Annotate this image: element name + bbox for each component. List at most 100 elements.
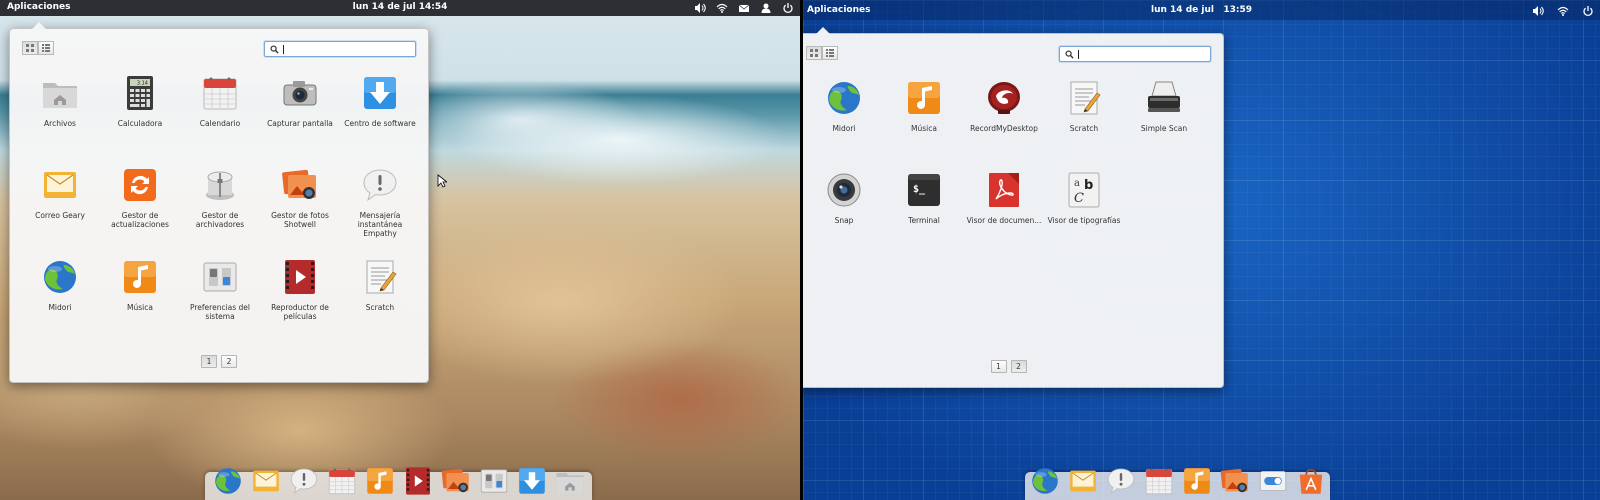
desktop-right: Aplicaciones lun 14 de jul 13:59 Midori M… bbox=[803, 0, 1600, 500]
search-field[interactable] bbox=[264, 41, 416, 57]
app-label: Centro de software bbox=[344, 119, 416, 128]
mail-indicator-icon[interactable] bbox=[737, 1, 750, 14]
photos-icon bbox=[280, 165, 320, 205]
app-launcher-item[interactable]: Música bbox=[100, 253, 180, 345]
grid-view-button[interactable] bbox=[22, 41, 38, 55]
app-label: Terminal bbox=[908, 216, 940, 225]
text-caret bbox=[283, 45, 284, 54]
app-label: Midori bbox=[832, 124, 856, 133]
search-field[interactable] bbox=[1059, 46, 1211, 62]
page-button-2[interactable]: 2 bbox=[1010, 360, 1027, 373]
app-launcher-item[interactable]: Simple Scan bbox=[1124, 74, 1204, 166]
dock bbox=[205, 467, 592, 500]
app-launcher-item[interactable]: a b C Visor de tipografías bbox=[1044, 166, 1124, 258]
dock-music-icon[interactable] bbox=[1181, 465, 1213, 497]
application-launcher: Archivos 3.14 Calculadora Calendario Captura… bbox=[9, 22, 429, 383]
system-tray bbox=[1531, 4, 1594, 17]
app-label: Visor de tipografías bbox=[1047, 216, 1121, 225]
grid-view-button[interactable] bbox=[806, 46, 822, 60]
app-launcher-item[interactable]: Midori bbox=[20, 253, 100, 345]
app-launcher-item[interactable]: Gestor de archivadores bbox=[180, 161, 260, 253]
webcam-icon bbox=[824, 170, 864, 210]
app-label: Capturar pantalla bbox=[267, 119, 333, 128]
user-icon[interactable] bbox=[759, 1, 772, 14]
search-input[interactable] bbox=[281, 43, 411, 55]
pdf-icon bbox=[984, 170, 1024, 210]
text-editor-icon bbox=[1064, 78, 1104, 118]
terminal-icon: $_ bbox=[904, 170, 944, 210]
software-center-icon bbox=[360, 73, 400, 113]
power-icon[interactable] bbox=[1581, 4, 1594, 17]
wifi-icon[interactable] bbox=[1556, 4, 1569, 17]
app-label: Simple Scan bbox=[1140, 124, 1188, 133]
app-label: Calendario bbox=[199, 119, 241, 128]
app-label: Música bbox=[127, 303, 153, 312]
dock-store-icon[interactable] bbox=[1295, 465, 1327, 497]
clock[interactable]: lun 14 de jul 13:59 bbox=[803, 5, 1600, 15]
search-input[interactable] bbox=[1076, 48, 1206, 60]
dock-chat-icon[interactable] bbox=[288, 465, 320, 497]
top-panel: Aplicaciones lun 14 de jul 14:54 bbox=[0, 0, 800, 16]
app-label: Música bbox=[911, 124, 937, 133]
dock-photos-icon[interactable] bbox=[440, 465, 472, 497]
app-launcher-item[interactable]: Música bbox=[884, 74, 964, 166]
app-launcher-item[interactable]: Centro de software bbox=[340, 69, 420, 161]
clock[interactable]: lun 14 de jul 14:54 bbox=[0, 2, 800, 12]
dock-midori-icon[interactable] bbox=[212, 465, 244, 497]
app-launcher-item[interactable]: Gestor de fotos Shotwell bbox=[260, 161, 340, 253]
dock-items bbox=[1025, 465, 1330, 497]
app-label: Mensajería instantánea Empathy bbox=[357, 211, 403, 238]
app-grid: Midori Música RecordMyDesktop Scratch Simple… bbox=[804, 74, 1204, 258]
view-mode-toggle bbox=[22, 41, 54, 55]
app-launcher-item[interactable]: Mensajería instantánea Empathy bbox=[340, 161, 420, 253]
archive-icon bbox=[200, 165, 240, 205]
app-launcher-item[interactable]: Archivos bbox=[20, 69, 100, 161]
dock-switch-icon[interactable] bbox=[1257, 465, 1289, 497]
dock-mail-icon[interactable] bbox=[250, 465, 282, 497]
dock-midori-icon[interactable] bbox=[1029, 465, 1061, 497]
app-label: Archivos bbox=[44, 119, 76, 128]
app-launcher-item[interactable]: Correo Geary bbox=[20, 161, 100, 253]
app-launcher-item[interactable]: Calendario bbox=[180, 69, 260, 161]
dock-calendar-icon[interactable] bbox=[1143, 465, 1175, 497]
app-label: Calculadora bbox=[117, 119, 163, 128]
volume-icon[interactable] bbox=[693, 1, 706, 14]
app-launcher-item[interactable]: Visor de documen... bbox=[964, 166, 1044, 258]
app-label: Gestor de archivadores bbox=[195, 211, 245, 229]
app-launcher-item[interactable]: Snap bbox=[804, 166, 884, 258]
app-launcher-item[interactable]: Midori bbox=[804, 74, 884, 166]
app-launcher-item[interactable]: Reproductor de películas bbox=[260, 253, 340, 345]
category-view-button[interactable] bbox=[38, 41, 54, 55]
svg-text:3.14: 3.14 bbox=[137, 81, 148, 87]
app-label: Reproductor de películas bbox=[271, 303, 329, 321]
app-label: Visor de documen... bbox=[966, 216, 1042, 225]
dock-video-icon[interactable] bbox=[402, 465, 434, 497]
power-icon[interactable] bbox=[781, 1, 794, 14]
app-launcher-item[interactable]: 3.14 Calculadora bbox=[100, 69, 180, 161]
text-editor-icon bbox=[360, 257, 400, 297]
app-launcher-item[interactable]: Gestor de actualizaciones bbox=[100, 161, 180, 253]
app-launcher-item[interactable]: Scratch bbox=[340, 253, 420, 345]
app-launcher-item[interactable]: RecordMyDesktop bbox=[964, 74, 1044, 166]
dock-music-icon[interactable] bbox=[364, 465, 396, 497]
dock-software-center-icon[interactable] bbox=[516, 465, 548, 497]
page-button-1[interactable]: 1 bbox=[201, 355, 217, 368]
desktop-left: Aplicaciones lun 14 de jul 14:54 Archivo… bbox=[0, 0, 800, 500]
svg-text:b: b bbox=[1084, 178, 1093, 193]
dock-settings-icon[interactable] bbox=[478, 465, 510, 497]
dock-calendar-icon[interactable] bbox=[326, 465, 358, 497]
dock-mail-icon[interactable] bbox=[1067, 465, 1099, 497]
app-label: Scratch bbox=[365, 303, 395, 312]
dock-photos-icon[interactable] bbox=[1219, 465, 1251, 497]
page-button-1[interactable]: 1 bbox=[990, 360, 1007, 373]
dock-chat-icon[interactable] bbox=[1105, 465, 1137, 497]
volume-icon[interactable] bbox=[1531, 4, 1544, 17]
category-view-button[interactable] bbox=[822, 46, 838, 60]
app-launcher-item[interactable]: Scratch bbox=[1044, 74, 1124, 166]
app-launcher-item[interactable]: Preferencias del sistema bbox=[180, 253, 260, 345]
app-launcher-item[interactable]: $_ Terminal bbox=[884, 166, 964, 258]
wifi-icon[interactable] bbox=[715, 1, 728, 14]
dock-folder-home-icon[interactable] bbox=[554, 465, 586, 497]
app-launcher-item[interactable]: Capturar pantalla bbox=[260, 69, 340, 161]
page-button-2[interactable]: 2 bbox=[221, 355, 237, 368]
